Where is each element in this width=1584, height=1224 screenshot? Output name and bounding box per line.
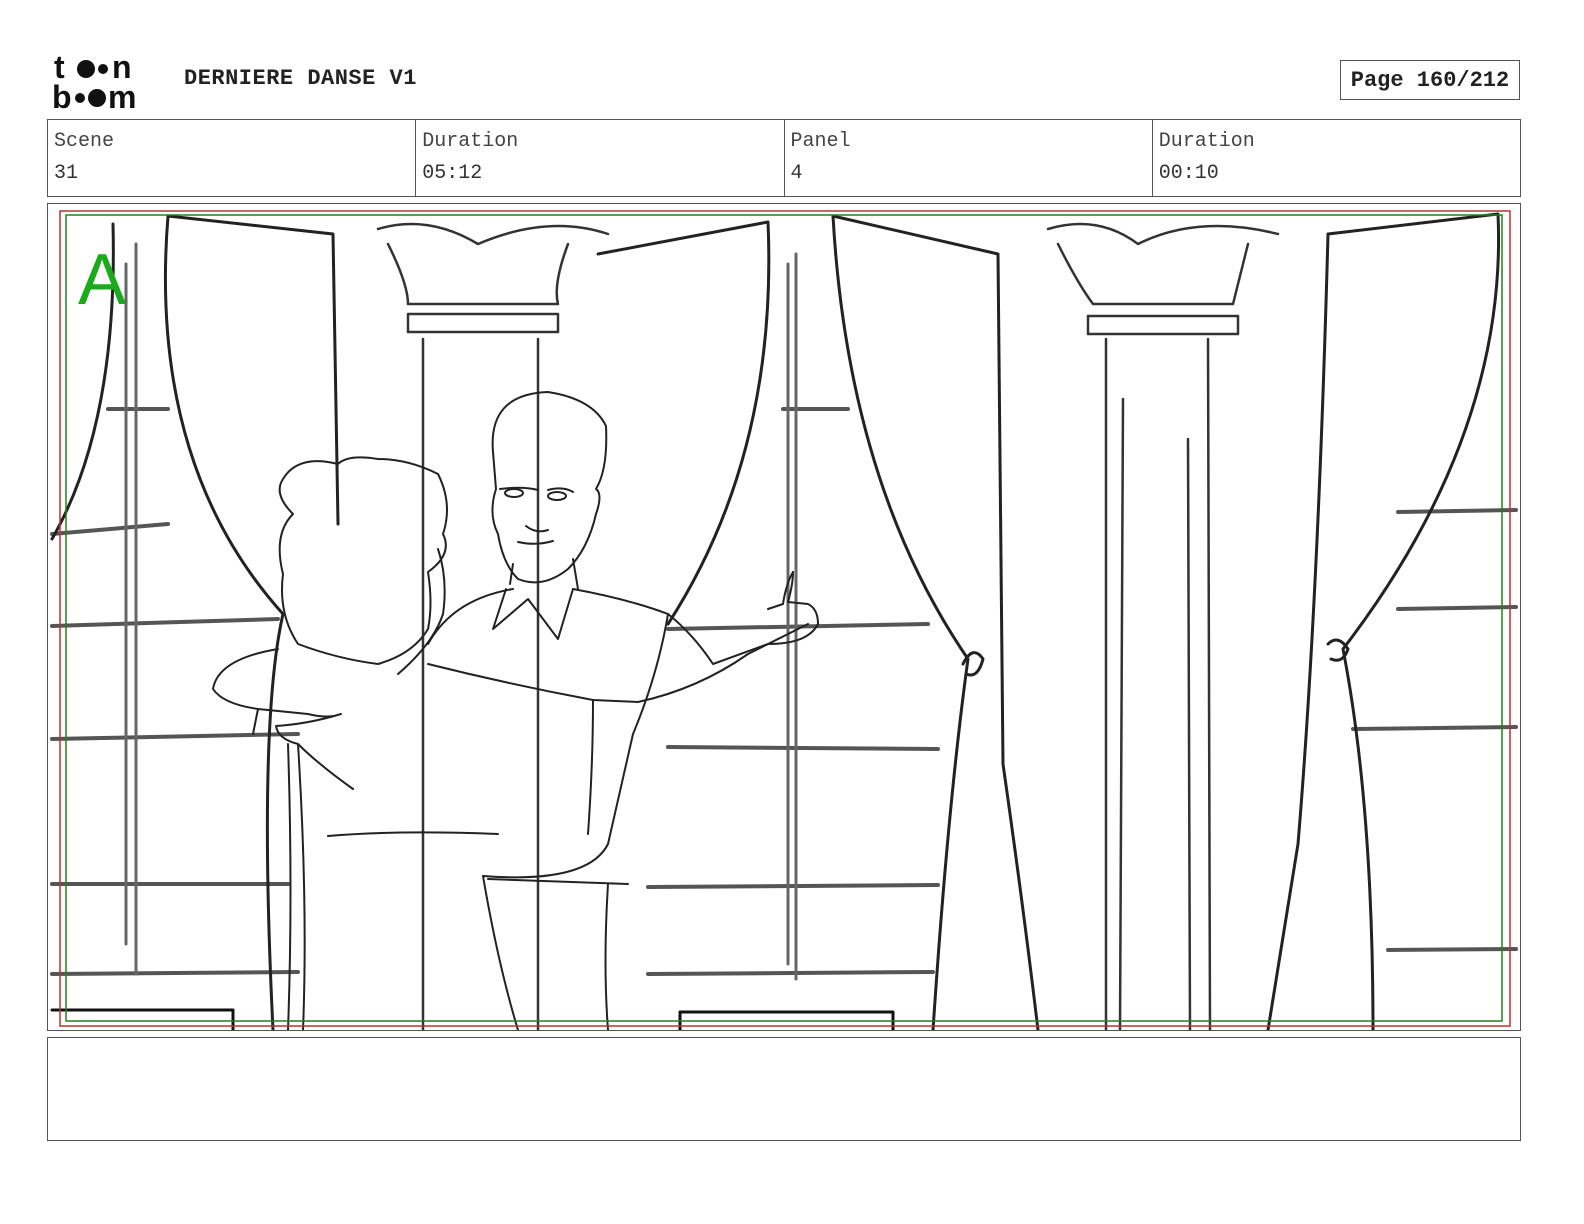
panel-label: Panel [790, 130, 851, 153]
storyboard-panel[interactable]: A [47, 203, 1521, 1031]
panel-cell: Panel 4 [785, 120, 1153, 196]
svg-text:b: b [52, 79, 72, 112]
svg-text:m: m [108, 79, 136, 112]
panel-value: 4 [790, 162, 803, 185]
panel-notes-box[interactable] [47, 1037, 1521, 1141]
project-title: DERNIERE DANSE V1 [184, 66, 417, 91]
scene-duration-cell: Duration 05:12 [416, 120, 785, 196]
scene-value: 31 [54, 162, 79, 185]
info-table: Scene 31 Duration 05:12 Panel 4 Duration… [47, 119, 1521, 197]
panel-duration-cell: Duration 00:10 [1153, 120, 1520, 196]
page-indicator: Page 160/212 [1340, 60, 1520, 100]
toonboom-logo-graphic: t n b m [52, 49, 136, 115]
woman-figure [212, 456, 809, 1030]
panel-duration-label: Duration [1158, 130, 1255, 153]
man-figure [427, 391, 819, 1030]
panel-duration-value: 00:10 [1158, 162, 1219, 185]
curtains [50, 212, 1501, 1030]
panel-sketch: A [50, 210, 1518, 1030]
scene-duration-value: 05:12 [422, 162, 483, 185]
layer-letter: A [78, 240, 126, 320]
scene-duration-label: Duration [422, 130, 519, 153]
column-right [1046, 222, 1280, 1030]
scene-label: Scene [54, 130, 115, 153]
scene-cell: Scene 31 [48, 120, 417, 196]
toonboom-logo: t n b m [52, 49, 164, 115]
